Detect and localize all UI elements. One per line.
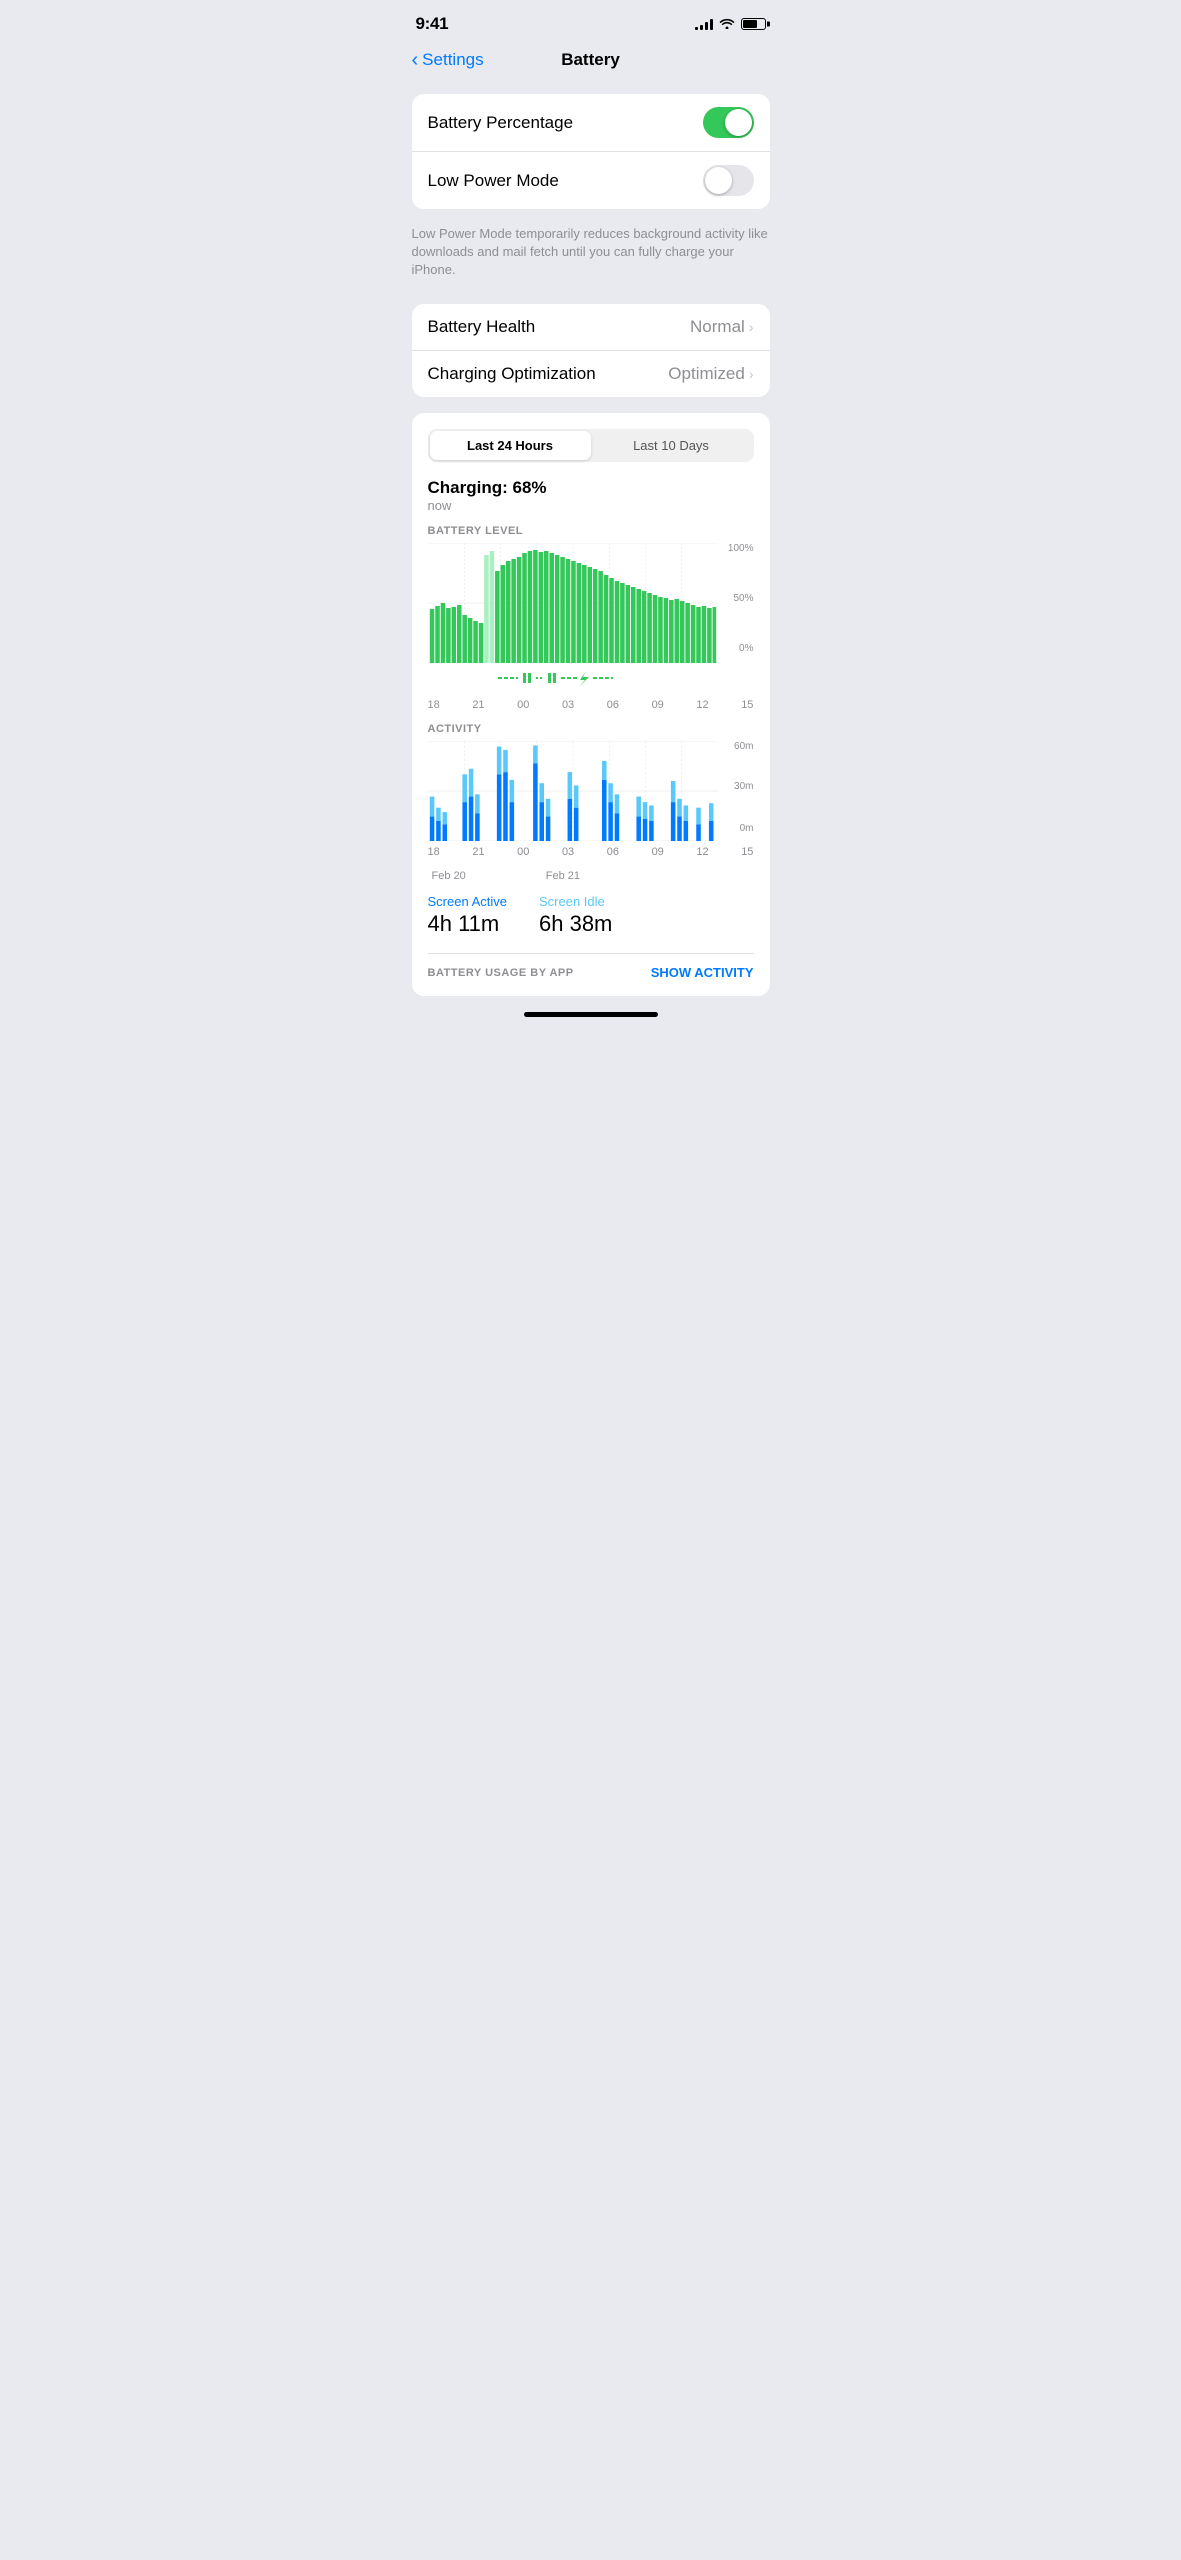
status-icons bbox=[695, 16, 766, 32]
activity-y-60: 60m bbox=[734, 741, 753, 752]
time-label-06: 06 bbox=[607, 699, 619, 711]
battery-level-label: BATTERY LEVEL bbox=[428, 525, 754, 537]
battery-chart-wrapper: 100% 50% 0% bbox=[428, 543, 754, 668]
status-bar: 9:41 bbox=[396, 0, 786, 42]
battery-percentage-label: Battery Percentage bbox=[428, 113, 574, 133]
act-time-21: 21 bbox=[472, 846, 484, 858]
home-indicator bbox=[524, 1012, 658, 1017]
screen-idle-label: Screen Idle bbox=[539, 894, 612, 909]
date-feb21: Feb 21 bbox=[546, 870, 580, 882]
time-label-00: 00 bbox=[517, 699, 529, 711]
screen-active-label: Screen Active bbox=[428, 894, 508, 909]
battery-usage-row: BATTERY USAGE BY APP SHOW ACTIVITY bbox=[428, 965, 754, 980]
battery-health-label: Battery Health bbox=[428, 317, 536, 337]
divider bbox=[428, 953, 754, 954]
charging-optimization-label: Charging Optimization bbox=[428, 364, 596, 384]
battery-usage-label: BATTERY USAGE BY APP bbox=[428, 967, 574, 979]
charging-symbols bbox=[428, 668, 718, 688]
screen-idle-value: 6h 38m bbox=[539, 911, 612, 937]
battery-health-value: Normal › bbox=[690, 317, 753, 337]
battery-percentage-row: Battery Percentage bbox=[412, 94, 770, 152]
screen-active-stat: Screen Active 4h 11m bbox=[428, 894, 508, 937]
activity-time-labels-row: 18 21 00 03 06 09 12 15 Feb 20 Feb 21 bbox=[428, 846, 754, 882]
charging-status: Charging: 68% bbox=[428, 478, 754, 498]
date-feb20: Feb 20 bbox=[432, 870, 466, 882]
date-labels-row: Feb 20 Feb 21 bbox=[428, 870, 754, 882]
screen-idle-stat: Screen Idle 6h 38m bbox=[539, 894, 612, 937]
y-label-0: 0% bbox=[739, 643, 753, 654]
time-label-03: 03 bbox=[562, 699, 574, 711]
back-button[interactable]: ‹ Settings bbox=[412, 50, 484, 70]
status-time: 9:41 bbox=[416, 14, 449, 34]
battery-level-chart bbox=[428, 543, 718, 663]
segment-24h[interactable]: Last 24 Hours bbox=[430, 431, 591, 460]
time-labels: 18 21 00 03 06 09 12 15 bbox=[428, 699, 754, 711]
nav-header: ‹ Settings Battery bbox=[396, 42, 786, 86]
battery-health-row[interactable]: Battery Health Normal › bbox=[412, 304, 770, 351]
wifi-icon bbox=[719, 16, 735, 32]
act-time-00: 00 bbox=[517, 846, 529, 858]
y-label-100: 100% bbox=[728, 543, 754, 554]
charging-info: Charging: 68% now bbox=[428, 478, 754, 513]
back-label: Settings bbox=[422, 50, 483, 70]
time-label-15: 15 bbox=[741, 699, 753, 711]
screen-active-value: 4h 11m bbox=[428, 911, 508, 937]
low-power-mode-label: Low Power Mode bbox=[428, 171, 559, 191]
charging-optimization-row[interactable]: Charging Optimization Optimized › bbox=[412, 351, 770, 397]
chevron-right-icon-2: › bbox=[749, 366, 754, 382]
segment-10days[interactable]: Last 10 Days bbox=[591, 431, 752, 460]
activity-chart-wrapper: 60m 30m 0m bbox=[428, 741, 754, 846]
low-power-mode-toggle[interactable] bbox=[703, 165, 754, 196]
page-title: Battery bbox=[561, 50, 620, 70]
act-time-03: 03 bbox=[562, 846, 574, 858]
act-time-09: 09 bbox=[652, 846, 664, 858]
low-power-mode-row: Low Power Mode bbox=[412, 152, 770, 209]
y-label-50: 50% bbox=[733, 593, 753, 604]
low-power-description: Low Power Mode temporarily reduces backg… bbox=[396, 217, 786, 296]
charging-icons-row bbox=[428, 668, 754, 693]
time-label-12: 12 bbox=[696, 699, 708, 711]
chevron-right-icon: › bbox=[749, 319, 754, 335]
activity-y-30: 30m bbox=[734, 781, 753, 792]
time-segmented-control: Last 24 Hours Last 10 Days bbox=[428, 429, 754, 462]
activity-label: ACTIVITY bbox=[428, 723, 754, 735]
activity-chart bbox=[428, 741, 718, 841]
time-label-18: 18 bbox=[428, 699, 440, 711]
act-time-18: 18 bbox=[428, 846, 440, 858]
signal-icon bbox=[695, 18, 713, 30]
act-time-12: 12 bbox=[696, 846, 708, 858]
activity-summary: Screen Active 4h 11m Screen Idle 6h 38m bbox=[428, 894, 754, 937]
chart-card: Last 24 Hours Last 10 Days Charging: 68%… bbox=[412, 413, 770, 997]
act-time-15: 15 bbox=[741, 846, 753, 858]
toggles-section: Battery Percentage Low Power Mode bbox=[412, 94, 770, 209]
battery-percentage-toggle[interactable] bbox=[703, 107, 754, 138]
charging-optimization-value: Optimized › bbox=[668, 364, 753, 384]
health-section: Battery Health Normal › Charging Optimiz… bbox=[412, 304, 770, 397]
battery-status-icon bbox=[741, 18, 766, 30]
act-time-06: 06 bbox=[607, 846, 619, 858]
charging-time: now bbox=[428, 498, 754, 513]
time-label-09: 09 bbox=[652, 699, 664, 711]
show-activity-button[interactable]: SHOW ACTIVITY bbox=[651, 965, 754, 980]
activity-time-labels: 18 21 00 03 06 09 12 15 bbox=[428, 846, 754, 858]
activity-y-0: 0m bbox=[740, 823, 754, 834]
back-chevron-icon: ‹ bbox=[412, 50, 419, 70]
time-label-21: 21 bbox=[472, 699, 484, 711]
